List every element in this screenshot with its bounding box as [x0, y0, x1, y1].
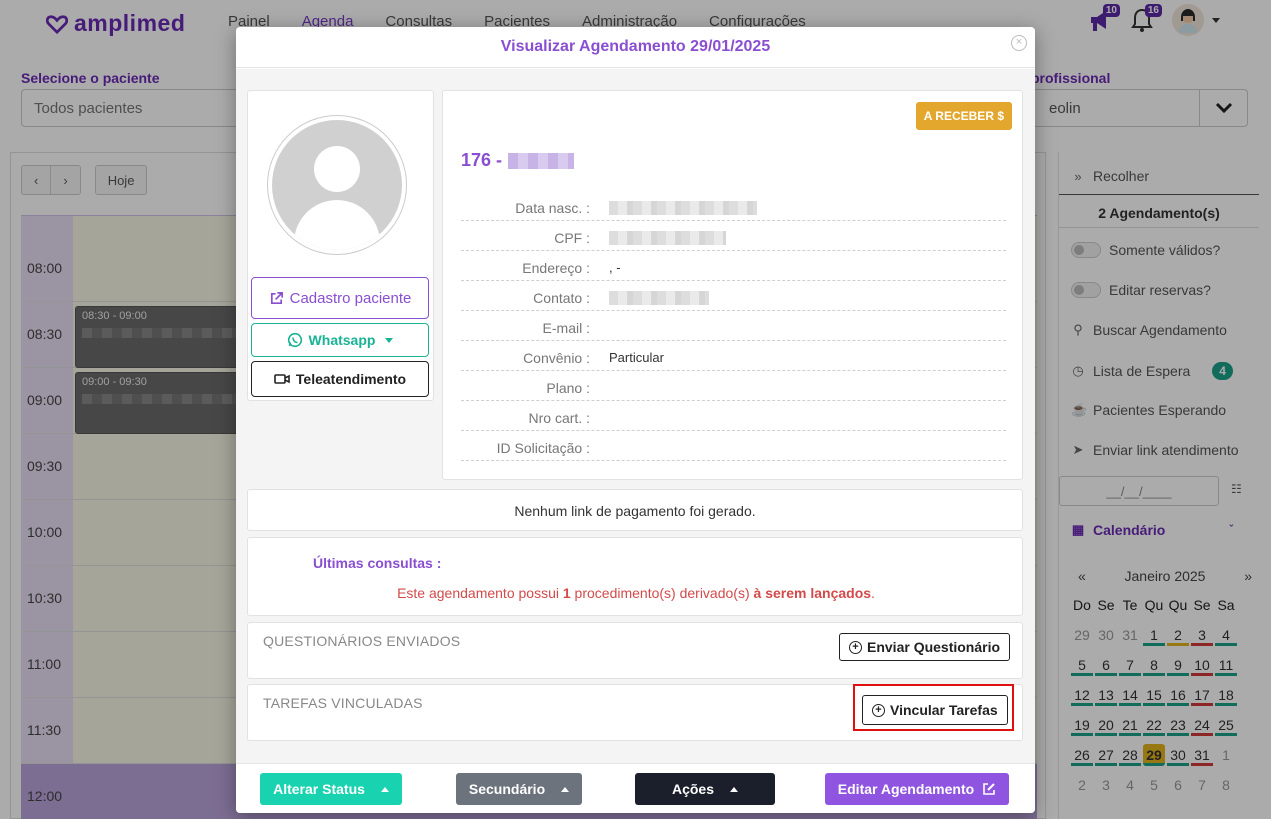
patient-record-button[interactable]: Cadastro paciente: [251, 277, 429, 319]
last-consultations-title: Últimas consultas :: [313, 555, 442, 571]
send-questionnaire-button[interactable]: + Enviar Questionário: [839, 633, 1011, 661]
patient-photo-card: Cadastro paciente Whatsapp Teleatendimen…: [247, 90, 434, 401]
change-status-button[interactable]: Alterar Status: [260, 773, 402, 805]
info-row-plan: Plano :: [461, 371, 1006, 401]
caret-down-icon: [385, 337, 394, 343]
actions-button[interactable]: Ações: [635, 773, 775, 805]
highlight-box: [853, 684, 1014, 731]
patient-info-card: A RECEBER $ 176 - Data nasc. : CPF : End…: [442, 90, 1023, 480]
modal-title: Visualizar Agendamento 29/01/2025: [500, 38, 771, 55]
last-consultations-box: Últimas consultas : Este agendamento pos…: [247, 537, 1023, 616]
close-icon[interactable]: ×: [1011, 35, 1027, 51]
field-label: E-mail :: [542, 320, 590, 336]
field-value: , -: [609, 260, 621, 275]
edit-square-icon: [983, 783, 995, 795]
video-camera-icon: [274, 374, 290, 384]
field-label: Convênio :: [523, 350, 590, 366]
user-placeholder-icon: [272, 120, 402, 250]
modal-body: Cadastro paciente Whatsapp Teleatendimen…: [236, 69, 1035, 763]
edit-appointment-button[interactable]: Editar Agendamento: [825, 773, 1009, 805]
caret-up-icon: [561, 786, 570, 792]
redacted-value: [609, 231, 726, 245]
patient-id: 176 -: [461, 150, 503, 170]
field-value: Particular: [609, 350, 664, 365]
patient-record-label: Cadastro paciente: [289, 289, 412, 307]
plus-circle-icon: +: [849, 640, 862, 654]
field-label: Contato :: [533, 290, 590, 306]
info-row-cpf: CPF :: [461, 221, 1006, 251]
field-label: Nro cart. :: [528, 410, 590, 426]
info-row-contact: Contato :: [461, 281, 1006, 311]
patient-id-name: 176 -: [461, 150, 575, 171]
field-label: Plano :: [546, 380, 590, 396]
derived-procedures-message: Este agendamento possui 1 procedimento(s…: [397, 585, 875, 601]
field-label: ID Solicitação :: [496, 440, 590, 456]
field-label: CPF :: [554, 230, 590, 246]
questionnaires-title: QUESTIONÁRIOS ENVIADOS: [263, 633, 461, 649]
info-row-birthdate: Data nasc. :: [461, 191, 1006, 221]
redacted-value: [609, 201, 757, 215]
info-row-address: Endereço : , -: [461, 251, 1006, 281]
modal-footer: Alterar Status Secundário Ações Editar A…: [236, 763, 1035, 813]
info-row-email: E-mail :: [461, 311, 1006, 341]
whatsapp-icon: [287, 332, 302, 348]
caret-up-icon: [730, 786, 739, 792]
redacted-value: [609, 291, 709, 305]
field-label: Data nasc. :: [515, 200, 590, 216]
edit-appointment-label: Editar Agendamento: [837, 781, 975, 797]
patient-avatar: [267, 115, 407, 255]
secondary-label: Secundário: [468, 781, 546, 797]
telehealth-button[interactable]: Teleatendimento: [251, 361, 429, 397]
field-label: Endereço :: [522, 260, 590, 276]
external-link-icon: [270, 291, 283, 304]
info-row-insurance: Convênio : Particular: [461, 341, 1006, 371]
secondary-button[interactable]: Secundário: [456, 773, 582, 805]
send-questionnaire-label: Enviar Questionário: [867, 639, 1001, 655]
telehealth-label: Teleatendimento: [295, 371, 407, 387]
whatsapp-label: Whatsapp: [308, 332, 376, 348]
actions-label: Ações: [671, 781, 715, 797]
questionnaires-section: QUESTIONÁRIOS ENVIADOS + Enviar Question…: [247, 622, 1023, 679]
whatsapp-button[interactable]: Whatsapp: [251, 323, 429, 357]
info-row-request-id: ID Solicitação :: [461, 431, 1006, 461]
info-row-card-number: Nro cart. :: [461, 401, 1006, 431]
caret-up-icon: [380, 786, 389, 792]
redacted-name: [508, 152, 575, 169]
change-status-label: Alterar Status: [273, 781, 365, 797]
linked-tasks-title: TAREFAS VINCULADAS: [263, 695, 423, 711]
modal-header: Visualizar Agendamento 29/01/2025 ×: [236, 27, 1035, 68]
payment-link-message: Nenhum link de pagamento foi gerado.: [247, 489, 1023, 531]
status-badge: A RECEBER $: [915, 102, 1012, 130]
